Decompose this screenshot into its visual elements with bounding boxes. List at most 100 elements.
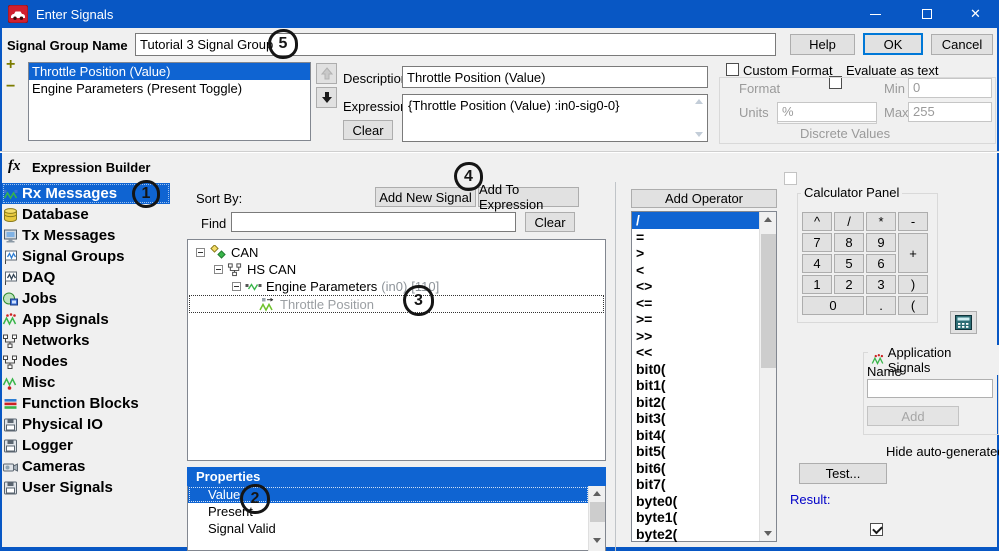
scroll-up-icon[interactable] (589, 486, 605, 501)
sidebar-item-misc[interactable]: Misc (2, 372, 185, 393)
operator-item[interactable]: bit1( (632, 377, 759, 394)
operator-item[interactable]: bit7( (632, 476, 759, 493)
scroll-up-icon[interactable] (695, 99, 703, 104)
expression-box[interactable]: {Throttle Position (Value) :in0-sig0-0} (402, 94, 708, 142)
calc-key-divide[interactable]: / (834, 212, 864, 231)
scroll-down-icon[interactable] (695, 132, 703, 137)
signal-list-item[interactable]: Throttle Position (Value) (29, 63, 310, 80)
help-button[interactable]: Help (790, 34, 855, 55)
calc-key-7[interactable]: 7 (802, 233, 832, 252)
calc-key-2[interactable]: 2 (834, 275, 864, 294)
sidebar-item-nodes[interactable]: Nodes (2, 351, 185, 372)
signal-group-name-input[interactable] (135, 33, 776, 56)
operator-item[interactable]: / (632, 212, 759, 229)
calc-key-0[interactable]: 0 (802, 296, 864, 315)
operator-item[interactable]: > (632, 245, 759, 262)
scrollbar-thumb[interactable] (761, 234, 776, 368)
calc-key-caret[interactable]: ^ (802, 212, 832, 231)
max-input[interactable]: 255 (908, 102, 992, 122)
expression-clear-button[interactable]: Clear (343, 120, 393, 140)
minimize-button[interactable] (852, 0, 898, 28)
add-new-signal-button[interactable]: Add New Signal (375, 187, 476, 207)
sidebar-item-jobs[interactable]: Jobs (2, 288, 185, 309)
add-to-expression-button[interactable]: Add To Expression (478, 187, 579, 207)
properties-scrollbar[interactable] (588, 486, 605, 551)
calc-key-rparen[interactable]: ) (898, 275, 928, 294)
operator-item[interactable]: bit4( (632, 427, 759, 444)
calc-key-lparen[interactable]: ( (898, 296, 928, 315)
signal-list-item[interactable]: Engine Parameters (Present Toggle) (29, 80, 310, 97)
sidebar-item-cameras[interactable]: Cameras (2, 456, 185, 477)
operator-item[interactable]: bit2( (632, 394, 759, 411)
custom-format-checkbox[interactable] (726, 63, 739, 76)
find-input[interactable] (231, 212, 516, 232)
app-signal-name-input[interactable] (867, 379, 993, 398)
operator-item[interactable]: <> (632, 278, 759, 295)
remove-signal-button[interactable]: − (6, 78, 15, 96)
hide-auto-generated-checkbox[interactable] (870, 523, 883, 536)
operator-item[interactable]: byte2( (632, 526, 759, 543)
operator-item[interactable]: byte1( (632, 509, 759, 526)
calc-key-6[interactable]: 6 (866, 254, 896, 273)
move-up-button[interactable] (316, 63, 337, 84)
units-input[interactable]: % (777, 102, 877, 122)
sidebar-item-daq[interactable]: DAQ (2, 267, 185, 288)
sidebar-item-logger[interactable]: Logger (2, 435, 185, 456)
app-signal-add-button[interactable]: Add (867, 406, 959, 426)
calc-key-plus[interactable]: + (898, 233, 928, 273)
operator-item[interactable]: >= (632, 311, 759, 328)
add-operator-button[interactable]: Add Operator (631, 189, 777, 208)
add-signal-button[interactable]: + (6, 56, 15, 74)
sidebar-item-signal-groups[interactable]: Signal Groups (2, 246, 185, 267)
ok-button[interactable]: OK (863, 33, 923, 55)
collapse-icon[interactable] (196, 248, 205, 257)
calc-key-4[interactable]: 4 (802, 254, 832, 273)
splitter[interactable] (615, 182, 616, 551)
sidebar-item-tx-messages[interactable]: Tx Messages (2, 225, 185, 246)
scrollbar-thumb[interactable] (590, 502, 605, 522)
calculator-launch-button[interactable] (950, 311, 977, 334)
calc-key-5[interactable]: 5 (834, 254, 864, 273)
operator-item[interactable]: bit3( (632, 410, 759, 427)
calc-key-multiply[interactable]: * (866, 212, 896, 231)
calc-key-8[interactable]: 8 (834, 233, 864, 252)
operator-scrollbar[interactable] (759, 212, 776, 541)
tree-node-hs-can[interactable]: HS CAN (214, 261, 296, 278)
sidebar-item-app-signals[interactable]: App Signals (2, 309, 185, 330)
operator-item[interactable]: byte0( (632, 493, 759, 510)
calc-key-9[interactable]: 9 (866, 233, 896, 252)
move-down-button[interactable] (316, 87, 337, 108)
operator-item[interactable]: << (632, 344, 759, 361)
min-input[interactable]: 0 (908, 78, 992, 98)
sidebar-item-database[interactable]: Database (2, 204, 185, 225)
calc-key-3[interactable]: 3 (866, 275, 896, 294)
operator-item[interactable]: < (632, 262, 759, 279)
cancel-button[interactable]: Cancel (931, 34, 993, 55)
calc-key-minus[interactable]: - (898, 212, 928, 231)
scroll-down-icon[interactable] (760, 526, 776, 541)
calc-key-dot[interactable]: . (866, 296, 896, 315)
operator-item[interactable]: bit5( (632, 443, 759, 460)
description-input[interactable] (402, 66, 708, 88)
calc-key-1[interactable]: 1 (802, 275, 832, 294)
property-item-signal-valid[interactable]: Signal Valid (188, 520, 605, 537)
discrete-values-checkbox[interactable] (784, 172, 797, 185)
collapse-icon[interactable] (214, 265, 223, 274)
sidebar-item-user-signals[interactable]: User Signals (2, 477, 185, 498)
sidebar-item-networks[interactable]: Networks (2, 330, 185, 351)
operator-item[interactable]: <= (632, 295, 759, 312)
find-clear-button[interactable]: Clear (525, 212, 575, 232)
sidebar-item-function-blocks[interactable]: Function Blocks (2, 393, 185, 414)
close-button[interactable]: ✕ (952, 0, 999, 28)
test-button[interactable]: Test... (799, 463, 887, 484)
scroll-up-icon[interactable] (760, 212, 776, 227)
operator-item[interactable]: bit6( (632, 460, 759, 477)
scroll-down-icon[interactable] (589, 533, 605, 548)
maximize-button[interactable] (904, 0, 950, 28)
operator-item[interactable]: bit0( (632, 361, 759, 378)
sidebar-item-physical-io[interactable]: Physical IO (2, 414, 185, 435)
collapse-icon[interactable] (232, 282, 241, 291)
operator-item[interactable]: >> (632, 328, 759, 345)
tree-node-can[interactable]: CAN (196, 244, 258, 261)
tree-node-throttle-position[interactable]: Throttle Position (189, 295, 604, 313)
